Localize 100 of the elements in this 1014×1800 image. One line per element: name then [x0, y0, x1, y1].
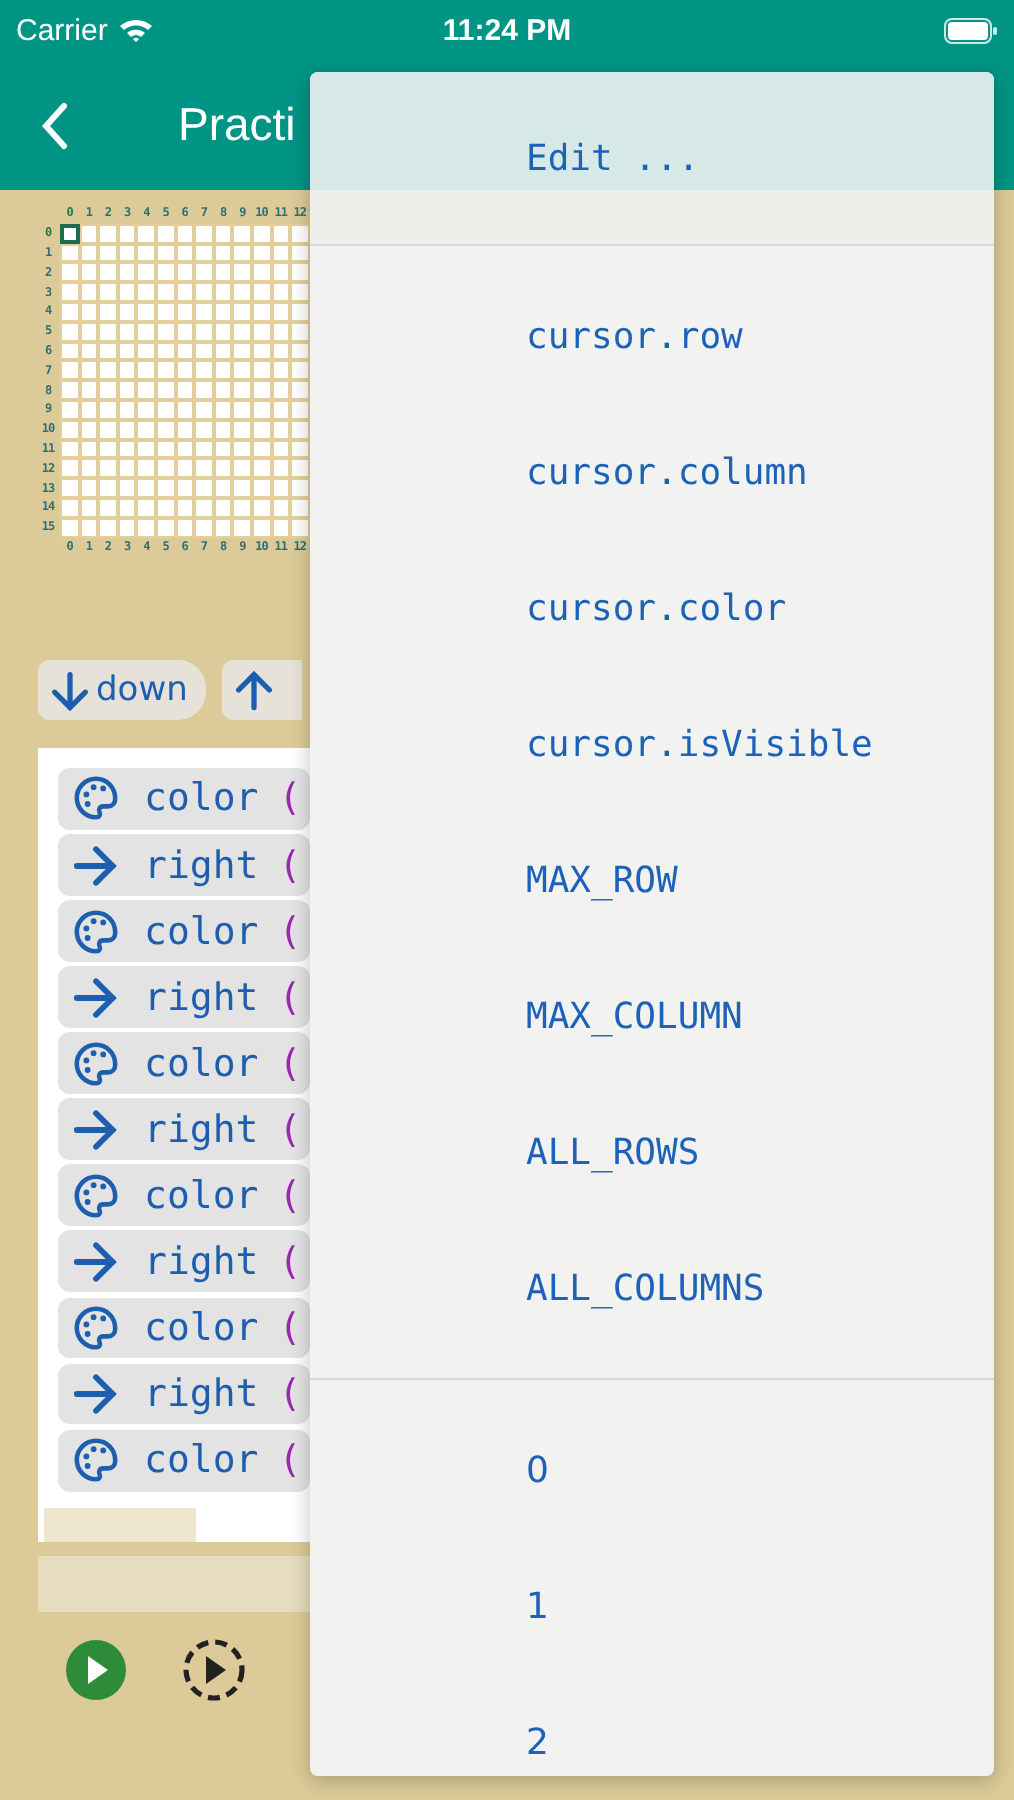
- grid-cell[interactable]: [290, 223, 310, 244]
- command-chip[interactable]: [221, 660, 302, 720]
- grid-cell[interactable]: [290, 282, 310, 302]
- open-paren: (: [278, 776, 302, 821]
- grid-cell[interactable]: [60, 380, 80, 400]
- grid-cell[interactable]: [60, 360, 80, 381]
- grid-cell[interactable]: [290, 360, 310, 381]
- code-block[interactable]: color (: [58, 1297, 310, 1359]
- grid-cell[interactable]: [98, 478, 118, 498]
- grid-cell[interactable]: [232, 458, 252, 479]
- grid-cell[interactable]: [136, 360, 156, 381]
- grid-cell[interactable]: [213, 223, 233, 244]
- grid-cell[interactable]: [194, 360, 214, 381]
- palette-icon: [72, 1436, 120, 1485]
- toolbar-button[interactable]: [180, 1636, 248, 1704]
- grid-cell[interactable]: [117, 223, 137, 244]
- code-block[interactable]: color (: [58, 1429, 310, 1491]
- grid-cell[interactable]: [98, 360, 118, 381]
- grid-cell[interactable]: [290, 262, 310, 283]
- open-paren: (: [278, 843, 302, 887]
- arrow-right-icon: [72, 1237, 120, 1286]
- code-block[interactable]: color (: [58, 900, 310, 962]
- command-chip[interactable]: down: [38, 660, 206, 720]
- block-keyword: color: [144, 909, 259, 954]
- block-keyword: right: [144, 1372, 259, 1416]
- menu-item[interactable]: MAX_ROW: [526, 812, 678, 948]
- grid-cell[interactable]: [232, 360, 252, 381]
- grid-cell[interactable]: [60, 478, 80, 498]
- menu-item[interactable]: cursor.color: [526, 540, 787, 676]
- code-block[interactable]: right (: [58, 966, 310, 1029]
- menu-item[interactable]: ALL_ROWS: [526, 1084, 700, 1220]
- menu-item[interactable]: 1: [526, 1538, 549, 1674]
- grid-cell[interactable]: [232, 380, 252, 400]
- open-paren: (: [278, 1041, 302, 1086]
- open-paren: (: [278, 1438, 302, 1483]
- grid-cell[interactable]: [194, 458, 214, 479]
- palette-icon: [72, 907, 120, 956]
- grid-cell[interactable]: [290, 458, 310, 479]
- grid-cell[interactable]: [251, 223, 272, 244]
- chevron-left-icon: [40, 101, 68, 149]
- grid-cell[interactable]: [98, 282, 118, 302]
- wifi-icon: [117, 16, 154, 44]
- grid-cell[interactable]: [60, 458, 80, 479]
- code-block[interactable]: right (: [58, 834, 310, 896]
- grid-cell[interactable]: [271, 223, 291, 244]
- grid-cell[interactable]: [232, 262, 252, 283]
- arrow-up-icon: [231, 668, 276, 712]
- menu-item[interactable]: cursor.row: [526, 268, 743, 404]
- menu-item[interactable]: cursor.isVisible: [526, 676, 873, 812]
- grid-cell[interactable]: [60, 262, 80, 283]
- grid-cell[interactable]: [290, 380, 310, 400]
- cursor-cell[interactable]: [60, 223, 80, 244]
- palette-icon: [72, 1171, 120, 1220]
- block-keyword: color: [144, 1438, 259, 1483]
- code-block[interactable]: right (: [58, 1098, 310, 1161]
- menu-item[interactable]: MAX_COLUMN: [526, 948, 743, 1084]
- grid-cell[interactable]: [175, 223, 195, 244]
- menu-item[interactable]: ALL_COLUMNS: [526, 1220, 765, 1356]
- grid-cell[interactable]: [232, 478, 252, 498]
- menu-item[interactable]: cursor.column: [526, 404, 808, 540]
- grid-cell[interactable]: [194, 223, 214, 244]
- grid-cell[interactable]: [136, 478, 156, 498]
- grid-cell[interactable]: [136, 458, 156, 479]
- grid-cell[interactable]: [98, 223, 118, 244]
- code-block[interactable]: color (: [58, 1164, 310, 1227]
- open-paren: (: [278, 1239, 302, 1284]
- arrow-right-icon: [72, 1370, 120, 1418]
- code-block[interactable]: color (: [58, 1032, 310, 1095]
- grid-cell[interactable]: [194, 262, 214, 283]
- grid-cell[interactable]: [194, 478, 214, 498]
- arrow-down-icon: [48, 668, 92, 712]
- arrow-right-icon: [72, 1105, 120, 1154]
- code-block[interactable]: right (: [58, 1230, 310, 1293]
- run-icon: [64, 1638, 128, 1702]
- grid-cell[interactable]: [290, 478, 310, 498]
- grid-cell[interactable]: [232, 282, 252, 302]
- grid-cell[interactable]: [98, 380, 118, 400]
- grid-cell[interactable]: [194, 380, 214, 400]
- grid-cell[interactable]: [60, 282, 80, 302]
- grid-cell[interactable]: [98, 262, 118, 283]
- grid-cell[interactable]: [194, 282, 214, 302]
- code-block[interactable]: color (: [58, 768, 310, 830]
- palette-icon: [72, 1039, 120, 1088]
- block-keyword: right: [144, 843, 259, 887]
- open-paren: (: [278, 975, 302, 1020]
- grid-cell[interactable]: [232, 223, 252, 244]
- menu-item[interactable]: 0: [526, 1402, 549, 1538]
- grid-cell[interactable]: [98, 458, 118, 479]
- grid-cell[interactable]: [136, 380, 156, 400]
- grid-cell[interactable]: [136, 262, 156, 283]
- grid-cell[interactable]: [136, 282, 156, 302]
- grid-cell[interactable]: [79, 223, 99, 244]
- code-block[interactable]: right (: [58, 1363, 310, 1425]
- menu-item[interactable]: 2: [526, 1674, 549, 1776]
- screen-title: Practi: [178, 98, 296, 152]
- battery-icon: [944, 17, 998, 43]
- open-paren: (: [278, 1173, 302, 1218]
- toolbar-button[interactable]: [62, 1636, 130, 1704]
- grid-cell[interactable]: [155, 223, 176, 244]
- grid-cell[interactable]: [136, 223, 156, 244]
